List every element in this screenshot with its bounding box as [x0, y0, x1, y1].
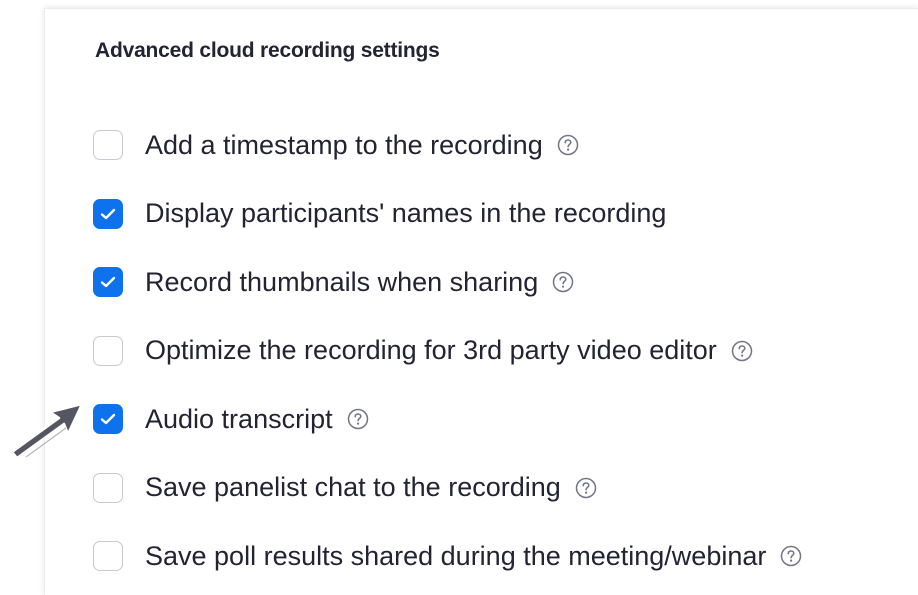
option-label: Add a timestamp to the recording: [145, 129, 543, 160]
question-circle-icon[interactable]: [575, 477, 597, 499]
checkbox[interactable]: [93, 267, 123, 298]
arrow-cursor-icon: [6, 402, 86, 467]
option-label: Display participants' names in the recor…: [145, 198, 667, 229]
screenshot-stage: Advanced cloud recording settings Add a …: [0, 0, 918, 595]
option-label: Audio transcript: [145, 403, 333, 434]
option-save-poll-results[interactable]: Save poll results shared during the meet…: [93, 522, 802, 591]
option-label: Optimize the recording for 3rd party vid…: [145, 335, 717, 366]
option-optimize-third-party-editor[interactable]: Optimize the recording for 3rd party vid…: [93, 317, 802, 386]
panel-title: Advanced cloud recording settings: [95, 39, 440, 62]
question-circle-icon[interactable]: [552, 271, 574, 293]
option-audio-transcript[interactable]: Audio transcript: [93, 385, 802, 454]
question-circle-icon[interactable]: [780, 545, 802, 567]
checkbox[interactable]: [93, 198, 123, 229]
checkbox[interactable]: [93, 335, 123, 366]
checkbox[interactable]: [93, 541, 123, 572]
settings-panel: Advanced cloud recording settings Add a …: [44, 8, 918, 595]
option-label: Save panelist chat to the recording: [145, 472, 561, 503]
option-record-thumbnails[interactable]: Record thumbnails when sharing: [93, 248, 802, 317]
option-save-panelist-chat[interactable]: Save panelist chat to the recording: [93, 454, 802, 523]
question-circle-icon[interactable]: [557, 134, 579, 156]
checkbox[interactable]: [93, 404, 123, 435]
option-label: Record thumbnails when sharing: [145, 266, 539, 297]
checkmark-icon: [100, 414, 116, 425]
option-display-participant-names[interactable]: Display participants' names in the recor…: [93, 180, 802, 249]
checkmark-icon: [100, 208, 116, 219]
checkmark-icon: [100, 277, 116, 288]
checkbox[interactable]: [93, 130, 123, 161]
question-circle-icon[interactable]: [347, 408, 369, 430]
option-add-timestamp[interactable]: Add a timestamp to the recording: [93, 111, 802, 180]
checkbox[interactable]: [93, 472, 123, 503]
question-circle-icon[interactable]: [731, 340, 753, 362]
option-label: Save poll results shared during the meet…: [145, 540, 767, 571]
recording-options-list: Add a timestamp to the recording Display…: [93, 111, 802, 591]
